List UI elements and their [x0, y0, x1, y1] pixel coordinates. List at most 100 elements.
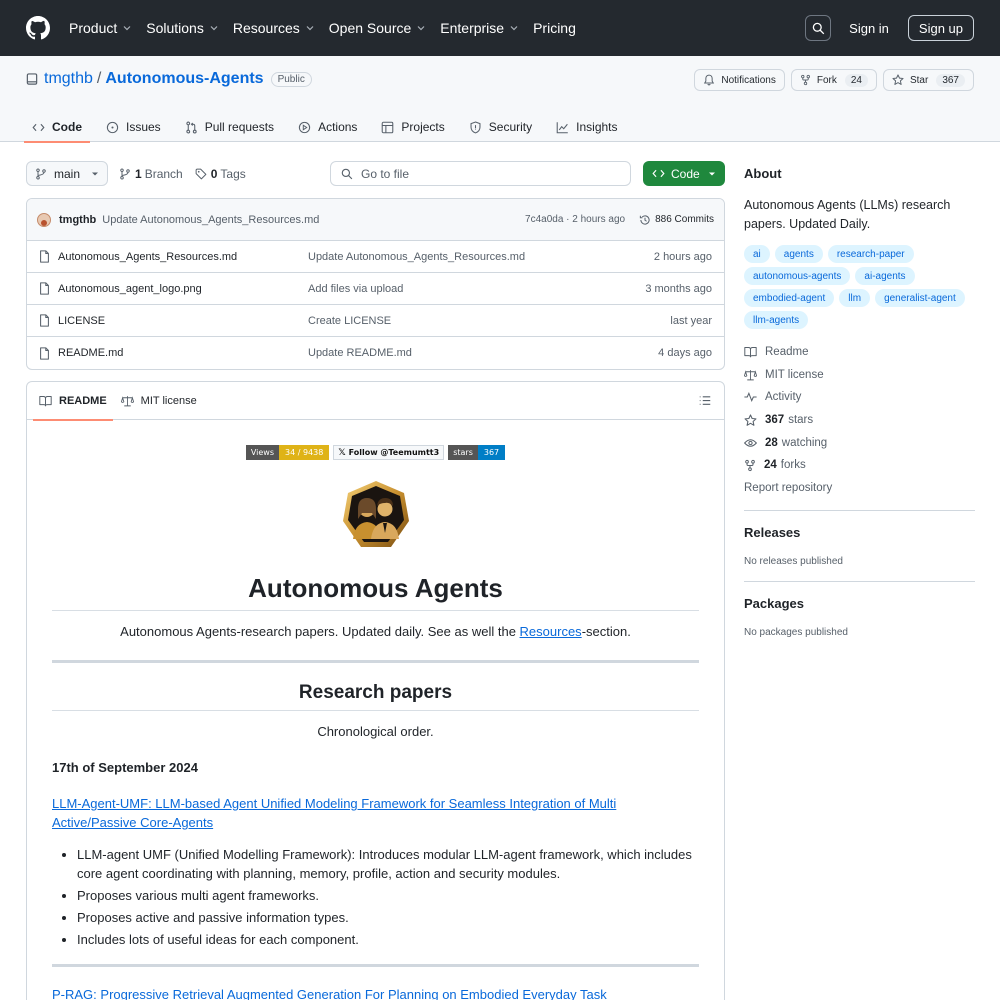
topic-tag[interactable]: autonomous-agents — [744, 267, 851, 285]
topic-tag[interactable]: llm — [839, 289, 871, 307]
link-label: stars — [788, 414, 814, 427]
topic-list: ai agents research-paper autonomous-agen… — [744, 245, 975, 329]
branch-select-button[interactable]: main — [26, 161, 108, 186]
fork-button[interactable]: Fork 24 — [790, 69, 877, 91]
tag-label: Tags — [220, 166, 246, 181]
readme-title: Autonomous Agents — [52, 573, 699, 611]
bell-icon — [704, 74, 715, 86]
packages-empty-text: No packages published — [744, 627, 848, 638]
topic-tag[interactable]: research-paper — [827, 245, 914, 263]
file-commit-message[interactable]: Update README.md — [308, 347, 658, 359]
go-to-file-placeholder: Go to file — [361, 166, 410, 181]
go-to-file-input[interactable]: Go to file — [330, 161, 631, 186]
forks-link[interactable]: 24 forks — [744, 454, 975, 477]
nav-label: Open Source — [328, 20, 412, 36]
next-paper-link[interactable]: P-RAG: Progressive Retrieval Augmented G… — [52, 987, 699, 1000]
list-unordered-icon[interactable] — [699, 395, 711, 406]
topic-tag[interactable]: embodied-agent — [744, 289, 835, 307]
tab-readme[interactable]: README — [33, 382, 113, 421]
tab-security[interactable]: Security — [467, 112, 534, 142]
tab-projects[interactable]: Projects — [379, 112, 446, 142]
topic-tag[interactable]: ai-agents — [855, 267, 915, 285]
tab-actions[interactable]: Actions — [296, 112, 359, 142]
follow-badge-label: Follow @Teemumtt3 — [348, 448, 440, 457]
code-button-label: Code — [671, 166, 700, 181]
commit-message-link[interactable]: Update Autonomous_Agents_Resources.md — [102, 214, 319, 226]
repo-owner-link[interactable]: tmgthb — [44, 70, 93, 88]
avatar[interactable] — [37, 212, 51, 227]
packages-heading[interactable]: Packages — [744, 596, 804, 611]
file-commit-message[interactable]: Update Autonomous_Agents_Resources.md — [308, 251, 654, 263]
nav-enterprise[interactable]: Enterprise — [440, 20, 519, 36]
code-dropdown-button[interactable]: Code — [643, 161, 725, 186]
resources-link[interactable]: Resources — [520, 624, 582, 639]
notifications-label: Notifications — [721, 74, 776, 86]
github-logo-icon[interactable] — [26, 16, 50, 40]
stars-link[interactable]: 367 stars — [744, 409, 975, 432]
tab-insights[interactable]: Insights — [554, 112, 619, 142]
commits-link[interactable]: 886 Commits — [639, 214, 714, 226]
branches-link[interactable]: 1 Branch — [119, 167, 183, 181]
readme-link[interactable]: Readme — [744, 341, 975, 364]
list-item: Includes lots of useful ideas for each c… — [77, 930, 699, 949]
nav-solutions[interactable]: Solutions — [146, 20, 219, 36]
topic-tag[interactable]: llm-agents — [744, 311, 809, 329]
list-item: Proposes active and passive information … — [77, 908, 699, 927]
file-link[interactable]: README.md — [58, 347, 123, 359]
file-commit-message[interactable]: Create LICENSE — [308, 315, 670, 327]
report-repository-link[interactable]: Report repository — [744, 477, 975, 500]
global-nav: Product Solutions Resources Open Source … — [69, 20, 590, 36]
file-name-cell: README.md — [39, 346, 308, 360]
repo-name-link[interactable]: Autonomous-Agents — [105, 70, 263, 88]
follow-badge[interactable]: 𝕏 Follow @Teemumtt3 — [333, 445, 445, 460]
nav-pricing[interactable]: Pricing — [533, 20, 576, 36]
search-button[interactable] — [805, 15, 832, 41]
sign-in-link[interactable]: Sign in — [849, 21, 889, 36]
tab-label: Code — [52, 120, 82, 134]
tags-link[interactable]: 0 Tags — [195, 167, 246, 181]
nav-resources[interactable]: Resources — [233, 20, 315, 36]
file-age: 4 days ago — [658, 347, 712, 359]
commit-hash-time[interactable]: 7c4a0da · 2 hours ago — [525, 214, 625, 225]
fork-icon — [745, 459, 755, 471]
book-icon — [39, 395, 52, 406]
nav-open-source[interactable]: Open Source — [329, 20, 427, 36]
forks-count: 24 — [764, 459, 777, 472]
repo-slash: / — [96, 70, 102, 87]
tab-code[interactable]: Code — [24, 112, 90, 143]
star-button[interactable]: Star 367 — [882, 69, 974, 91]
star-icon — [892, 74, 904, 85]
topic-tag[interactable]: generalist-agent — [875, 289, 965, 307]
paper-link[interactable]: LLM-Agent-UMF: LLM-based Agent Unified M… — [52, 794, 699, 832]
project-logo — [52, 479, 699, 553]
license-link[interactable]: MIT license — [744, 364, 975, 387]
watchers-link[interactable]: 28 watching — [744, 431, 975, 454]
file-link[interactable]: Autonomous_agent_logo.png — [58, 283, 202, 295]
code-icon — [652, 169, 665, 178]
notifications-button[interactable]: Notifications — [694, 69, 785, 91]
file-link[interactable]: LICENSE — [58, 315, 105, 327]
tab-license[interactable]: MIT license — [120, 382, 197, 420]
nav-label: Solutions — [146, 20, 204, 36]
views-badge[interactable]: Views 34 / 9438 — [245, 445, 330, 460]
file-link[interactable]: Autonomous_Agents_Resources.md — [58, 251, 237, 263]
sign-up-button[interactable]: Sign up — [907, 15, 974, 41]
x-logo-icon: 𝕏 — [338, 447, 346, 458]
releases-heading[interactable]: Releases — [744, 525, 800, 540]
topic-tag[interactable]: ai — [744, 245, 770, 263]
paper-bullets: LLM-agent UMF (Unified Modelling Framewo… — [52, 845, 699, 949]
activity-link[interactable]: Activity — [744, 386, 975, 409]
link-label: watching — [781, 436, 828, 449]
tab-issues[interactable]: Issues — [104, 112, 163, 142]
stars-badge[interactable]: stars 367 — [448, 445, 506, 460]
search-icon — [812, 22, 824, 34]
file-commit-message[interactable]: Add files via upload — [308, 283, 645, 295]
commit-author-link[interactable]: tmgthb — [59, 214, 96, 226]
divider — [52, 660, 699, 663]
visibility-badge: Public — [270, 71, 312, 87]
stars-count: 367 — [765, 414, 785, 427]
tab-pull-requests[interactable]: Pull requests — [183, 112, 276, 142]
nav-product[interactable]: Product — [69, 20, 132, 36]
topic-tag[interactable]: agents — [774, 245, 823, 263]
link-label: Readme — [765, 346, 809, 359]
